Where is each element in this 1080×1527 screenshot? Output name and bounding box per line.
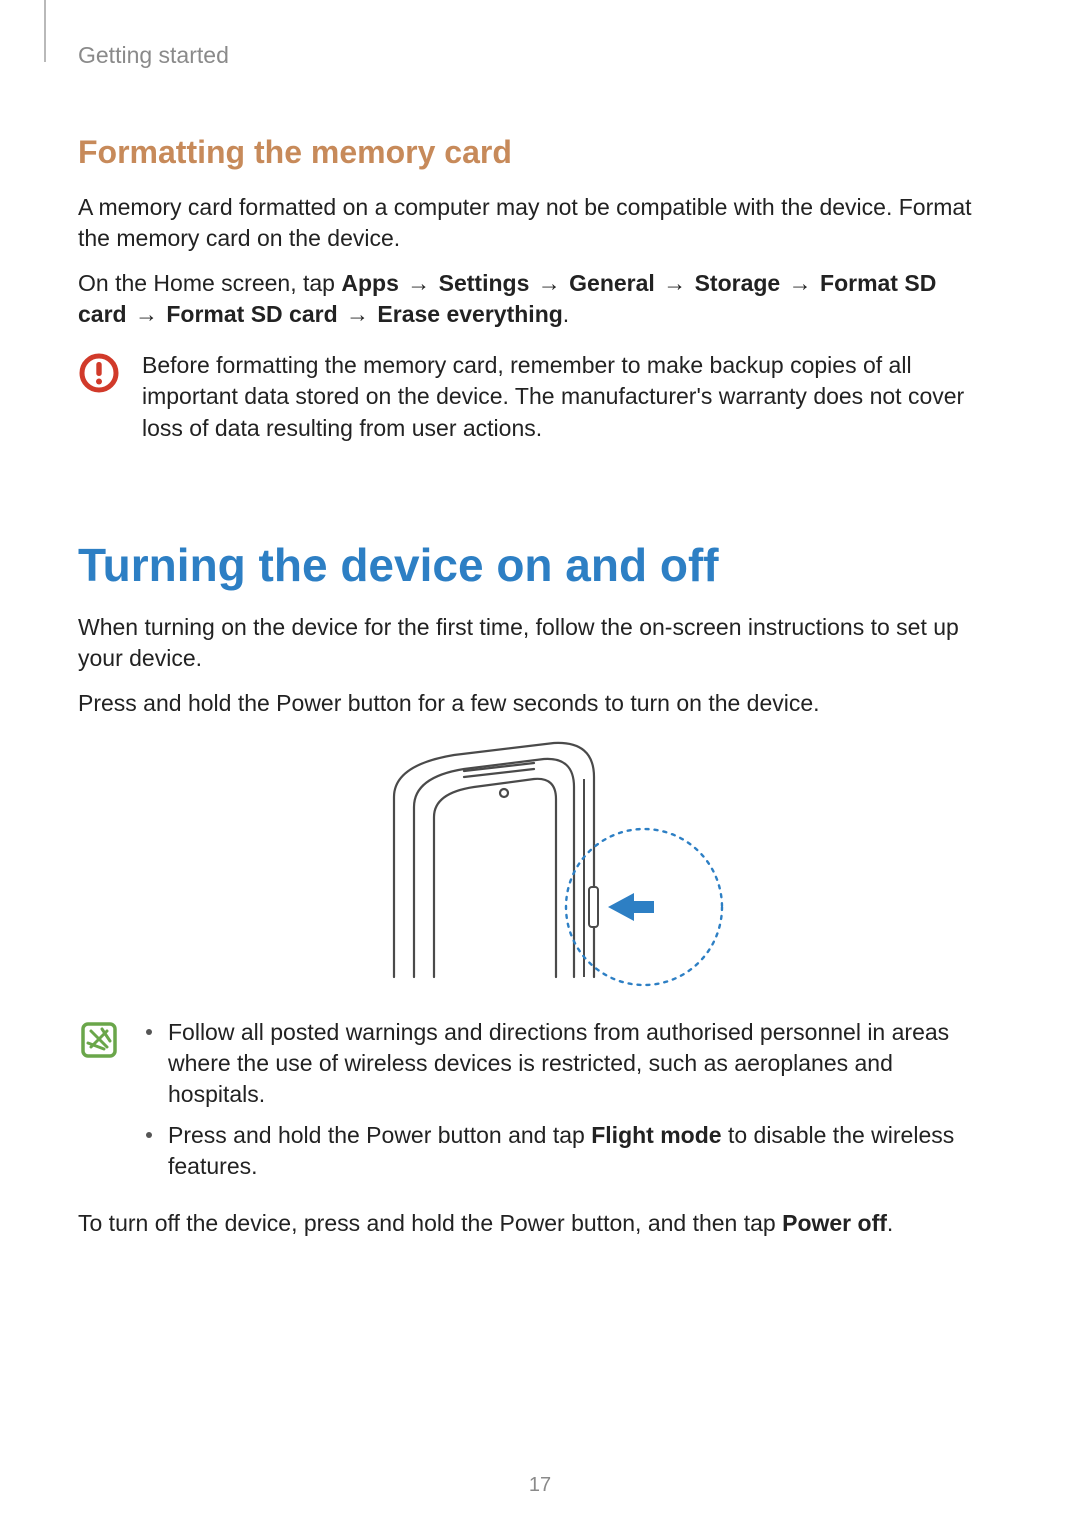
page-number: 17 bbox=[0, 1472, 1080, 1499]
power-para2: Press and hold the Power button for a fe… bbox=[78, 688, 990, 719]
manual-page: Getting started Formatting the memory ca… bbox=[0, 0, 1080, 1527]
heading-power: Turning the device on and off bbox=[78, 534, 990, 596]
arrow-icon: → bbox=[399, 270, 439, 296]
note-bullet-2: Press and hold the Power button and tap … bbox=[142, 1120, 990, 1182]
subheading-format: Formatting the memory card bbox=[78, 131, 990, 174]
bullet2-bold: Flight mode bbox=[591, 1122, 721, 1148]
path-step: Storage bbox=[695, 270, 781, 296]
path-step: Erase everything bbox=[377, 301, 562, 327]
power-button-illustration bbox=[78, 737, 990, 997]
path-step: Format SD card bbox=[166, 301, 337, 327]
power-para1: When turning on the device for the first… bbox=[78, 612, 990, 674]
caution-icon bbox=[78, 352, 120, 402]
path-step: Settings bbox=[439, 270, 530, 296]
power-closing: To turn off the device, press and hold t… bbox=[78, 1208, 990, 1239]
format-path: On the Home screen, tap Apps → Settings … bbox=[78, 268, 990, 330]
arrow-icon: → bbox=[529, 270, 569, 296]
closing-pre: To turn off the device, press and hold t… bbox=[78, 1210, 782, 1236]
note-icon bbox=[78, 1019, 120, 1069]
arrow-icon: → bbox=[655, 270, 695, 296]
breadcrumb: Getting started bbox=[78, 40, 990, 71]
caution-text: Before formatting the memory card, remem… bbox=[142, 350, 990, 443]
bullet2-pre: Press and hold the Power button and tap bbox=[168, 1122, 591, 1148]
note-callout: Follow all posted warnings and direction… bbox=[78, 1017, 990, 1192]
closing-post: . bbox=[887, 1210, 893, 1236]
format-para1: A memory card formatted on a computer ma… bbox=[78, 192, 990, 254]
path-step: General bbox=[569, 270, 655, 296]
closing-bold: Power off bbox=[782, 1210, 887, 1236]
margin-tick bbox=[44, 0, 46, 62]
arrow-icon: → bbox=[127, 301, 167, 327]
arrow-icon: → bbox=[338, 301, 378, 327]
path-step: Apps bbox=[341, 270, 399, 296]
note-bullet-1: Follow all posted warnings and direction… bbox=[142, 1017, 990, 1110]
note-text: Follow all posted warnings and direction… bbox=[142, 1017, 990, 1192]
caution-callout: Before formatting the memory card, remem… bbox=[78, 350, 990, 443]
arrow-icon: → bbox=[780, 270, 820, 296]
